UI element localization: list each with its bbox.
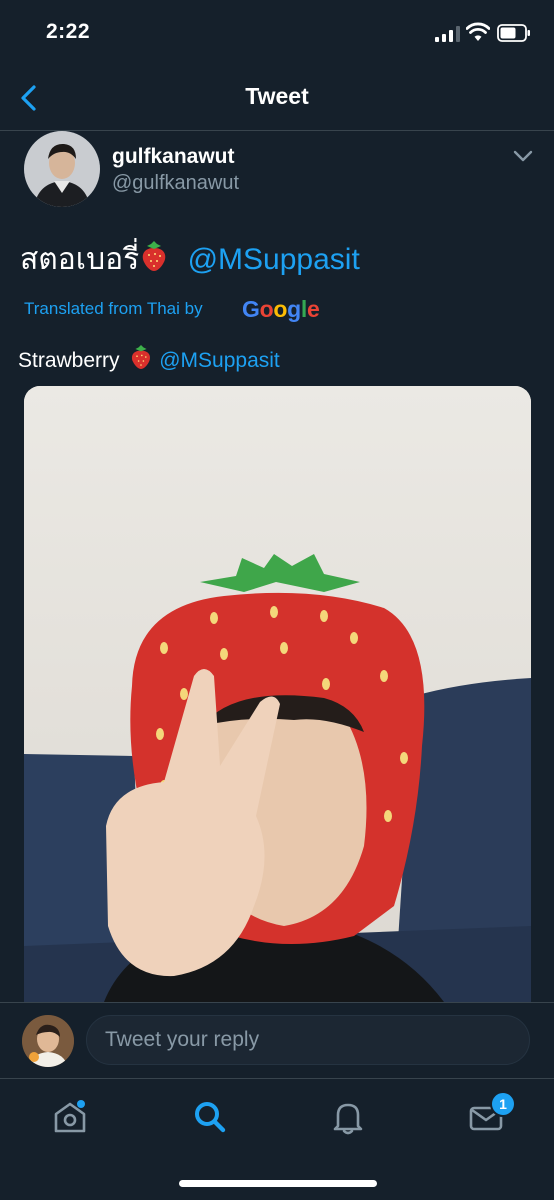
translation-word: Strawberry (18, 349, 120, 372)
battery-icon (497, 24, 530, 42)
photo-content (24, 386, 531, 1002)
tweet-photo[interactable] (24, 386, 531, 1002)
avatar-image (22, 1015, 74, 1067)
status-bar: 2:22 (0, 0, 554, 66)
translation-mention[interactable]: @MSuppasit (159, 349, 280, 372)
strawberry-icon (142, 241, 166, 271)
wifi-icon (466, 22, 490, 41)
tweet-mention[interactable]: @MSuppasit (188, 243, 360, 276)
translation-text: Strawberry @MSuppasit (18, 344, 280, 375)
translated-label: Translated from Thai by (24, 299, 203, 318)
bell-icon[interactable] (328, 1097, 368, 1137)
google-logo: Google (242, 296, 320, 322)
status-time: 2:22 (46, 20, 91, 43)
nav-header: Tweet (0, 66, 554, 131)
home-indicator[interactable] (179, 1180, 377, 1187)
home-icon[interactable] (50, 1097, 90, 1137)
strawberry-icon (132, 345, 151, 369)
messages-badge: 1 (490, 1091, 516, 1117)
author-avatar[interactable] (24, 131, 100, 207)
chevron-down-icon[interactable] (512, 148, 534, 164)
tweet-text-thai: สตอเบอรี่ (20, 243, 140, 276)
tweet-text: สตอเบอรี่ @MSuppasit (20, 240, 360, 279)
cellular-signal-icon (435, 26, 460, 42)
page-title: Tweet (245, 83, 309, 109)
author-handle[interactable]: @gulfkanawut (112, 172, 239, 195)
search-icon[interactable] (190, 1097, 230, 1137)
reply-input[interactable] (86, 1015, 530, 1065)
author-display-name[interactable]: gulfkanawut (112, 145, 235, 169)
avatar-image (24, 131, 100, 207)
user-avatar[interactable] (22, 1015, 74, 1067)
reply-bar (0, 1002, 554, 1078)
